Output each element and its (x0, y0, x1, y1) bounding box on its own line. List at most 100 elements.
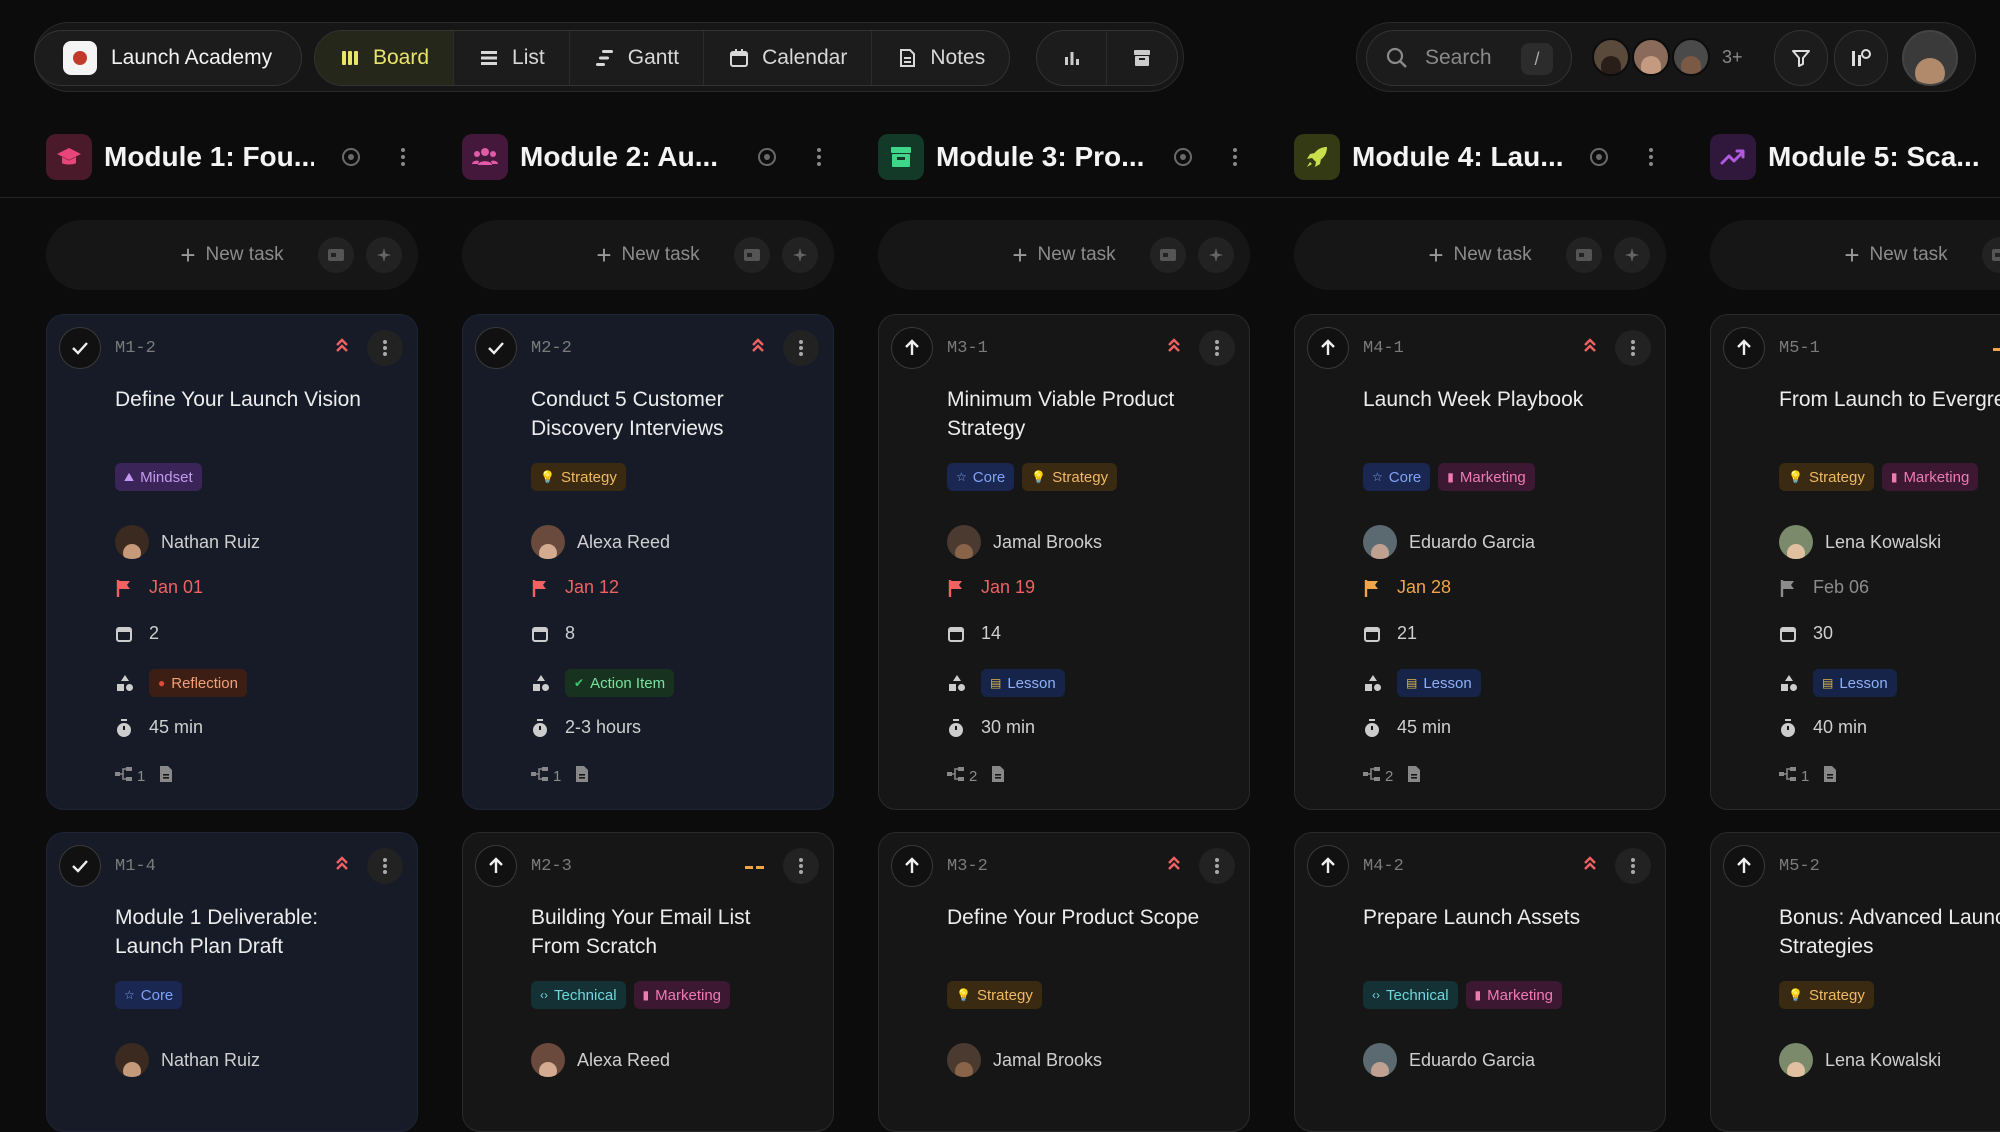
tab-list[interactable]: List (454, 31, 570, 85)
subtasks-count[interactable]: 1 (531, 767, 561, 785)
document-icon[interactable] (1823, 765, 1837, 787)
tab-calendar[interactable]: Calendar (704, 31, 873, 85)
task-card[interactable]: M5-1 From Launch to Evergreen 💡 Strategy ▮ Ma… (1710, 314, 2000, 810)
document-icon[interactable] (159, 765, 173, 787)
subtasks-count[interactable]: 2 (947, 767, 977, 785)
ai-generate-button[interactable] (782, 237, 818, 273)
plus-icon: + (180, 239, 196, 270)
stats-button[interactable] (1037, 31, 1107, 85)
assignee[interactable]: Jamal Brooks (947, 1043, 1102, 1077)
status-toggle[interactable] (891, 845, 933, 887)
task-type: ▤ Lesson (1779, 669, 1897, 697)
new-task-button[interactable]: + New task (878, 220, 1250, 290)
subtasks-count[interactable]: 1 (115, 767, 145, 785)
ai-generate-button[interactable] (1198, 237, 1234, 273)
flag-icon (531, 578, 565, 598)
subtasks-count[interactable]: 1 (1779, 767, 1809, 785)
task-tags: ⛰ Mindset (115, 463, 202, 491)
new-task-button[interactable]: + New task (1710, 220, 2000, 290)
lesson-icon: ▤ (1406, 676, 1418, 690)
status-toggle[interactable] (891, 327, 933, 369)
task-card[interactable]: M4-2 Prepare Launch Assets ‹› Technical ▮ Mar… (1294, 832, 1666, 1132)
column-focus-button[interactable] (1584, 142, 1614, 172)
tab-gantt[interactable]: Gantt (570, 31, 705, 85)
column-menu-button[interactable] (388, 142, 418, 172)
due-date[interactable]: Jan 12 (531, 577, 619, 598)
workspace-switcher[interactable]: Launch Academy (34, 30, 302, 86)
assignee[interactable]: Alexa Reed (531, 1043, 670, 1077)
card-template-button[interactable] (1566, 237, 1602, 273)
column-focus-button[interactable] (1168, 142, 1198, 172)
task-card[interactable]: M3-1 Minimum Viable Product Strategy ☆ Core… (878, 314, 1250, 810)
complete-toggle[interactable] (59, 327, 101, 369)
task-card[interactable]: M2-3 Building Your Email List From Scratc… (462, 832, 834, 1132)
due-date[interactable]: Feb 06 (1779, 577, 1869, 598)
status-toggle[interactable] (1307, 845, 1349, 887)
task-card[interactable]: M5-2 Bonus: Advanced Launch Strategies 💡 St… (1710, 832, 2000, 1132)
collaborator-avatars[interactable]: 3+ (1592, 38, 1743, 76)
card-template-button[interactable] (1982, 237, 2000, 273)
due-date[interactable]: Jan 01 (115, 577, 203, 598)
task-card[interactable]: M3-2 Define Your Product Scope 💡 Strategy Ja… (878, 832, 1250, 1132)
column-menu-button[interactable] (1636, 142, 1666, 172)
card-menu-button[interactable] (367, 330, 403, 366)
due-date[interactable]: Jan 19 (947, 577, 1035, 598)
ai-generate-button[interactable] (366, 237, 402, 273)
status-toggle[interactable] (1723, 327, 1765, 369)
assignee[interactable]: Lena Kowalski (1779, 525, 1941, 559)
status-toggle[interactable] (475, 845, 517, 887)
new-task-button[interactable]: + New task (46, 220, 418, 290)
day-value: 2 (149, 623, 160, 643)
user-avatar[interactable] (1902, 30, 1958, 86)
status-toggle[interactable] (1307, 327, 1349, 369)
task-card[interactable]: M1-2 Define Your Launch Vision ⛰ Mindset Nat… (46, 314, 418, 810)
check-icon (72, 342, 88, 355)
card-menu-button[interactable] (367, 848, 403, 884)
tag-label: Core (972, 468, 1006, 486)
shapes-icon (531, 673, 565, 693)
document-icon[interactable] (1407, 765, 1421, 787)
tab-board[interactable]: Board (315, 31, 455, 85)
card-menu-button[interactable] (1199, 330, 1235, 366)
subtasks-count[interactable]: 2 (1363, 767, 1393, 785)
task-card[interactable]: M4-1 Launch Week Playbook ☆ Core ▮ Marketing E… (1294, 314, 1666, 810)
complete-toggle[interactable] (475, 327, 517, 369)
search-input[interactable]: Search / (1366, 30, 1572, 86)
column-focus-button[interactable] (336, 142, 366, 172)
task-card[interactable]: M1-4 Module 1 Deliverable: Launch Plan Dr… (46, 832, 418, 1132)
card-template-button[interactable] (1150, 237, 1186, 273)
assignee[interactable]: Eduardo Garcia (1363, 1043, 1535, 1077)
column-menu-button[interactable] (1220, 142, 1250, 172)
assignee[interactable]: Lena Kowalski (1779, 1043, 1941, 1077)
new-task-button[interactable]: + New task (462, 220, 834, 290)
card-menu-button[interactable] (1615, 330, 1651, 366)
card-template-button[interactable] (318, 237, 354, 273)
ai-generate-button[interactable] (1614, 237, 1650, 273)
card-menu-button[interactable] (1615, 848, 1651, 884)
assignee[interactable]: Jamal Brooks (947, 525, 1102, 559)
document-icon[interactable] (991, 765, 1005, 787)
complete-toggle[interactable] (59, 845, 101, 887)
assignee[interactable]: Eduardo Garcia (1363, 525, 1535, 559)
assignee[interactable]: Alexa Reed (531, 525, 670, 559)
assignee[interactable]: Nathan Ruiz (115, 525, 260, 559)
tab-label: Board (373, 46, 430, 69)
column-focus-button[interactable] (752, 142, 782, 172)
document-icon[interactable] (575, 765, 589, 787)
card-template-button[interactable] (734, 237, 770, 273)
card-menu-button[interactable] (783, 848, 819, 884)
board-settings-button[interactable] (1834, 30, 1888, 86)
card-menu-button[interactable] (783, 330, 819, 366)
status-toggle[interactable] (1723, 845, 1765, 887)
avatar (947, 525, 981, 559)
assignee[interactable]: Nathan Ruiz (115, 1043, 260, 1077)
archive-button[interactable] (1107, 31, 1177, 85)
new-task-button[interactable]: + New task (1294, 220, 1666, 290)
arrow-up-icon (1321, 857, 1335, 873)
tab-notes[interactable]: Notes (872, 31, 1009, 85)
column-menu-button[interactable] (804, 142, 834, 172)
task-card[interactable]: M2-2 Conduct 5 Customer Discovery Intervi… (462, 314, 834, 810)
due-date[interactable]: Jan 28 (1363, 577, 1451, 598)
card-menu-button[interactable] (1199, 848, 1235, 884)
filter-button[interactable] (1774, 30, 1828, 86)
